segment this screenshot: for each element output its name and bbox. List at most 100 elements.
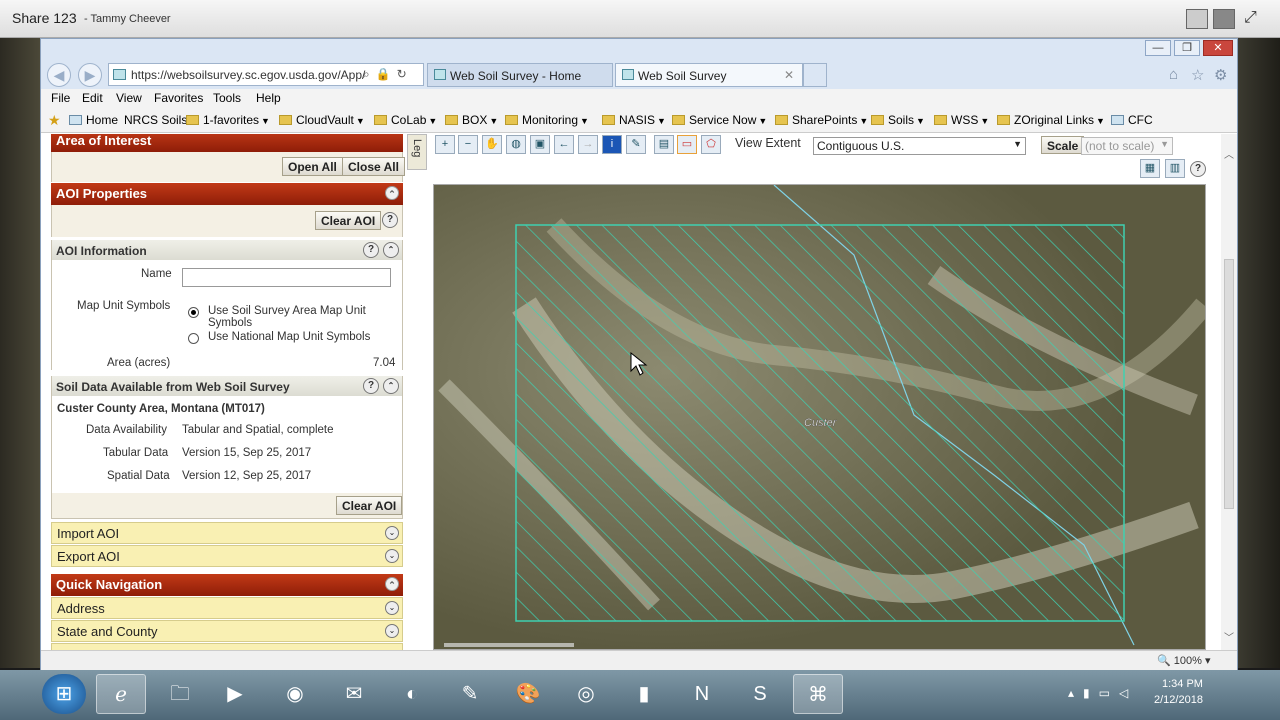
taskbar-explorer-icon[interactable]: 🗀 <box>155 674 205 714</box>
fav-box[interactable]: BOX ▼ <box>445 113 498 127</box>
clear-aoi-button[interactable]: Clear AOI <box>315 211 382 230</box>
zoom-out-icon[interactable]: − <box>458 135 478 154</box>
aoi-polygon-icon[interactable]: ⬠ <box>701 135 721 154</box>
expand-icon[interactable]: ⌄ <box>385 526 399 540</box>
fav-cfc[interactable]: CFC <box>1111 113 1153 127</box>
fav-colab[interactable]: CoLab ▼ <box>374 113 437 127</box>
clock-time[interactable]: 1:34 PM <box>1162 678 1203 690</box>
print-map-icon[interactable]: ▥ <box>1165 159 1185 178</box>
view-extent-select[interactable]: Contiguous U.S. ▼ <box>813 137 1026 155</box>
radio-soil-survey-symbols[interactable] <box>188 307 199 318</box>
restore-button[interactable]: ❐ <box>1174 40 1200 56</box>
close-tab-icon[interactable]: ✕ <box>784 68 794 82</box>
clear-aoi-button-2[interactable]: Clear AOI <box>336 496 403 515</box>
expand-icon[interactable]: ⌄ <box>385 601 399 615</box>
tab-web-soil-survey-home[interactable]: Web Soil Survey - Home <box>427 63 613 87</box>
minimize-share-icon[interactable] <box>1186 9 1208 29</box>
fav-zoriginal-links[interactable]: ZOriginal Links ▼ <box>997 113 1105 127</box>
expand-icon[interactable]: ⌄ <box>385 624 399 638</box>
area-of-interest-header[interactable]: Area of Interest <box>51 134 403 152</box>
back-button[interactable]: ◀ <box>47 63 71 87</box>
measure-icon[interactable]: ✎ <box>626 135 646 154</box>
pan-hand-icon[interactable]: ✋ <box>482 135 502 154</box>
legend-tab[interactable]: Leg <box>407 134 427 170</box>
import-aoi-row[interactable]: Import AOI ⌄ <box>51 522 403 544</box>
map-help-icon[interactable]: ? <box>1190 161 1206 177</box>
taskbar-notepad-icon[interactable]: ✎ <box>445 674 495 714</box>
menu-edit[interactable]: Edit <box>82 91 103 105</box>
fav-nasis[interactable]: NASIS ▼ <box>602 113 666 127</box>
menu-tools[interactable]: Tools <box>213 91 241 105</box>
scrollbar-thumb[interactable] <box>1224 259 1234 509</box>
export-aoi-row[interactable]: Export AOI ⌄ <box>51 545 403 567</box>
aoi-name-input[interactable] <box>182 268 391 287</box>
fav-nrcs-soils[interactable]: NRCS Soils <box>124 113 187 127</box>
home-icon[interactable]: ⌂ <box>1169 66 1178 83</box>
collapse-icon[interactable]: ⌃ <box>385 186 399 200</box>
start-button[interactable]: ⊞ <box>42 674 86 714</box>
fav-cloudvault[interactable]: CloudVault ▼ <box>279 113 365 127</box>
previous-extent-icon[interactable]: ← <box>554 135 574 154</box>
window-share-icon[interactable] <box>1213 9 1235 29</box>
fav-service-now[interactable]: Service Now ▼ <box>672 113 767 127</box>
page-scrollbar[interactable]: ︿ ﹀ <box>1221 134 1237 650</box>
taskbar-camtasia-icon[interactable]: ▮ <box>619 674 669 714</box>
taskbar-firefox-icon[interactable]: ◐ <box>387 674 437 714</box>
aoi-rectangle-icon[interactable]: ▭ <box>677 135 697 154</box>
new-tab-button[interactable] <box>803 63 827 87</box>
radio-national-symbols[interactable] <box>188 333 199 344</box>
taskbar-paint-icon[interactable]: 🎨 <box>503 674 553 714</box>
taskbar-app-icon[interactable]: ◎ <box>561 674 611 714</box>
collapse-icon[interactable]: ⌃ <box>385 577 399 591</box>
taskbar-ie-icon[interactable]: ℯ <box>96 674 146 714</box>
address-row[interactable]: Address ⌄ <box>51 597 403 619</box>
fav-monitoring[interactable]: Monitoring ▼ <box>505 113 589 127</box>
system-tray-icons[interactable]: ▴▮▭◁ <box>1068 686 1137 700</box>
menu-view[interactable]: View <box>116 91 142 105</box>
fav-sharepoints[interactable]: SharePoints ▼ <box>775 113 868 127</box>
minimize-button[interactable]: — <box>1145 40 1171 56</box>
collapse-icon[interactable]: ⌃ <box>383 242 399 258</box>
taskbar-chrome-icon[interactable]: ◉ <box>270 674 320 714</box>
favorites-star-icon[interactable]: ★ <box>48 112 61 129</box>
forward-button[interactable]: ▶ <box>78 63 102 87</box>
close-window-button[interactable]: ✕ <box>1203 40 1233 56</box>
aoi-properties-header[interactable]: AOI Properties ⌃ <box>51 183 403 205</box>
scale-select[interactable]: (not to scale) ▼ <box>1081 137 1173 155</box>
taskbar-skype-icon[interactable]: S <box>735 674 785 714</box>
taskbar-media-icon[interactable]: ▶ <box>210 674 260 714</box>
taskbar-onenote-icon[interactable]: N <box>677 674 727 714</box>
zoom-level[interactable]: 🔍 100% ▾ <box>1157 654 1210 667</box>
fav-1-favorites[interactable]: 1-favorites ▼ <box>186 113 270 127</box>
taskbar-share-icon[interactable]: ⌘ <box>793 674 843 714</box>
collapse-icon[interactable]: ⌃ <box>383 378 399 394</box>
zoom-aoi-icon[interactable]: ▣ <box>530 135 550 154</box>
menu-file[interactable]: File <box>51 91 70 105</box>
next-extent-icon[interactable]: → <box>578 135 598 154</box>
clock-date[interactable]: 2/12/2018 <box>1154 694 1203 706</box>
taskbar-outlook-icon[interactable]: ✉ <box>329 674 379 714</box>
aoi-information-header[interactable]: AOI Information ? ⌃ <box>51 240 403 260</box>
address-bar[interactable]: https://websoilsurvey.sc.egov.usda.gov/A… <box>108 63 424 86</box>
expand-icon[interactable]: ⌄ <box>385 549 399 563</box>
help-icon[interactable]: ? <box>363 242 379 258</box>
menu-favorites[interactable]: Favorites <box>154 91 203 105</box>
zoom-in-icon[interactable]: + <box>435 135 455 154</box>
address-actions-icon[interactable]: ⌕🔒↻ <box>363 67 413 82</box>
soil-data-available-header[interactable]: Soil Data Available from Web Soil Survey… <box>51 376 403 396</box>
overview-map-icon[interactable]: ▦ <box>1140 159 1160 178</box>
menu-help[interactable]: Help <box>256 91 281 105</box>
help-icon[interactable]: ? <box>363 378 379 394</box>
map-view[interactable]: Custer <box>433 184 1206 650</box>
next-nav-row[interactable] <box>51 643 403 650</box>
scale-button[interactable]: Scale <box>1041 136 1085 154</box>
favorites-star-icon[interactable]: ☆ <box>1191 66 1204 84</box>
state-county-row[interactable]: State and County ⌄ <box>51 620 403 642</box>
fav-wss[interactable]: WSS ▼ <box>934 113 989 127</box>
full-extent-globe-icon[interactable]: ◍ <box>506 135 526 154</box>
fav-soils[interactable]: Soils ▼ <box>871 113 925 127</box>
close-all-button[interactable]: Close All <box>342 157 405 176</box>
quick-navigation-header[interactable]: Quick Navigation ⌃ <box>51 574 403 596</box>
fav-home[interactable]: Home <box>69 113 118 127</box>
help-icon[interactable]: ? <box>382 212 398 228</box>
